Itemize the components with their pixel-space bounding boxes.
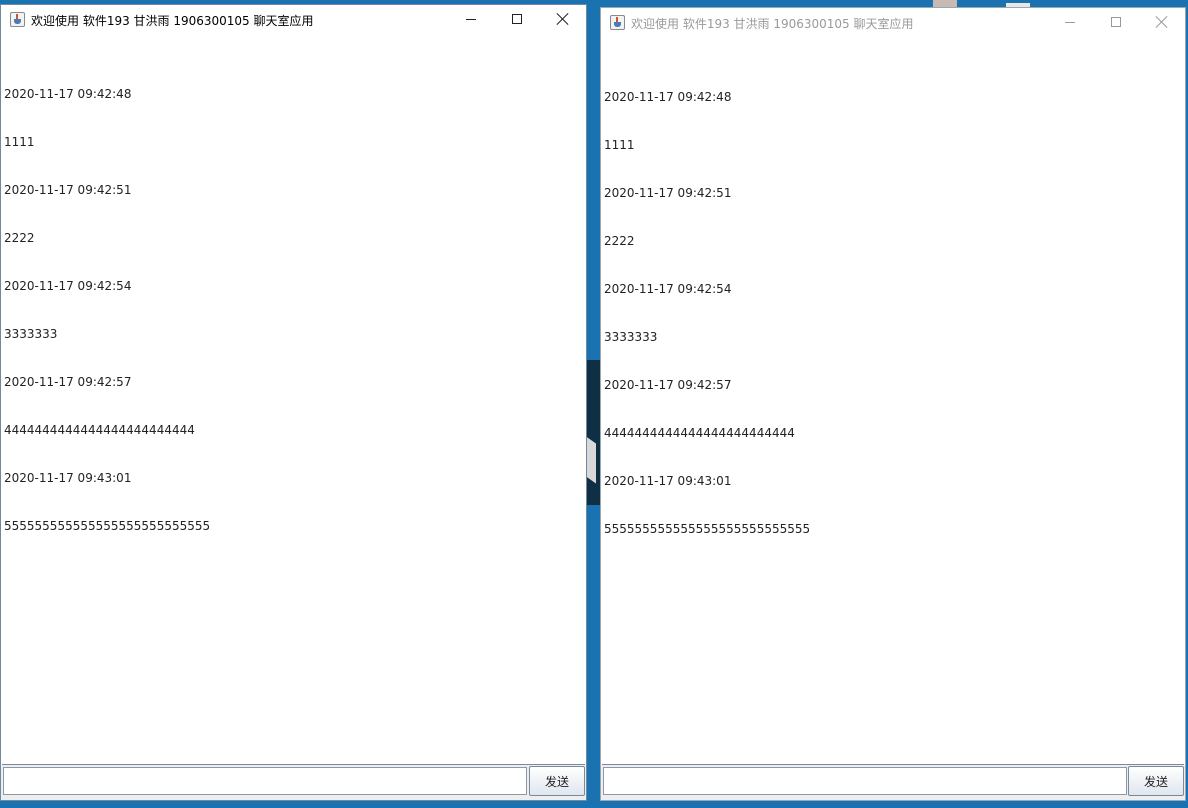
- chat-message-line: 1111: [4, 135, 35, 149]
- chat-message-line: 2020-11-17 09:43:01: [4, 471, 132, 485]
- chat-message-line: 3333333: [4, 327, 58, 341]
- close-icon: [557, 13, 569, 25]
- chat-history-text: 2020-11-17 09:42:48 1111 2020-11-17 09:4…: [2, 36, 585, 566]
- title-bar[interactable]: 欢迎使用 软件193 甘洪雨 1906300105 聊天室应用: [601, 8, 1185, 38]
- chat-message-line: 1111: [604, 138, 635, 152]
- message-input-row: 发送: [601, 765, 1185, 800]
- chat-message-line: 555555555555555555555555555: [604, 522, 811, 536]
- minimize-icon: [466, 19, 476, 20]
- send-button[interactable]: 发送: [529, 766, 585, 796]
- desktop-wallpaper-stripe: [586, 436, 596, 484]
- minimize-button[interactable]: [448, 5, 494, 35]
- send-button[interactable]: 发送: [1128, 766, 1184, 796]
- chat-history-text: 2020-11-17 09:42:48 1111 2020-11-17 09:4…: [602, 39, 1184, 569]
- chat-message-line: 2020-11-17 09:43:01: [604, 474, 732, 488]
- maximize-button[interactable]: [494, 5, 540, 35]
- chat-message-line: 2020-11-17 09:42:51: [604, 186, 732, 200]
- close-button[interactable]: [540, 5, 586, 35]
- window-title: 欢迎使用 软件193 甘洪雨 1906300105 聊天室应用: [631, 17, 914, 31]
- chat-window-left[interactable]: 欢迎使用 软件193 甘洪雨 1906300105 聊天室应用 2020-11-…: [0, 4, 587, 801]
- chat-message-line: 4444444444444444444444444: [4, 423, 195, 437]
- java-app-icon[interactable]: [10, 12, 25, 27]
- maximize-button[interactable]: [1093, 8, 1139, 38]
- message-input[interactable]: [3, 767, 527, 795]
- chat-history-area[interactable]: 2020-11-17 09:42:48 1111 2020-11-17 09:4…: [602, 39, 1184, 765]
- java-app-icon[interactable]: [610, 15, 625, 30]
- chat-history-area[interactable]: 2020-11-17 09:42:48 1111 2020-11-17 09:4…: [2, 36, 585, 765]
- chat-message-line: 2020-11-17 09:42:48: [604, 90, 732, 104]
- chat-message-line: 2020-11-17 09:42:54: [4, 279, 132, 293]
- maximize-icon: [512, 14, 522, 24]
- chat-message-line: 3333333: [604, 330, 658, 344]
- chat-window-right[interactable]: 欢迎使用 软件193 甘洪雨 1906300105 聊天室应用 2020-11-…: [600, 7, 1186, 801]
- chat-message-line: 4444444444444444444444444: [604, 426, 795, 440]
- message-input-row: 发送: [1, 765, 586, 800]
- minimize-icon: [1065, 22, 1075, 23]
- maximize-icon: [1111, 17, 1121, 27]
- chat-message-line: 2020-11-17 09:42:48: [4, 87, 132, 101]
- chat-message-line: 2020-11-17 09:42:51: [4, 183, 132, 197]
- message-input[interactable]: [603, 767, 1127, 795]
- chat-message-line: 2222: [4, 231, 35, 245]
- window-title: 欢迎使用 软件193 甘洪雨 1906300105 聊天室应用: [31, 14, 314, 28]
- title-bar[interactable]: 欢迎使用 软件193 甘洪雨 1906300105 聊天室应用: [1, 5, 586, 35]
- chat-message-line: 2020-11-17 09:42:57: [4, 375, 132, 389]
- close-button[interactable]: [1139, 8, 1185, 38]
- chat-message-line: 555555555555555555555555555: [4, 519, 211, 533]
- close-icon: [1156, 16, 1168, 28]
- chat-message-line: 2020-11-17 09:42:54: [604, 282, 732, 296]
- minimize-button[interactable]: [1047, 8, 1093, 38]
- chat-message-line: 2020-11-17 09:42:57: [604, 378, 732, 392]
- chat-message-line: 2222: [604, 234, 635, 248]
